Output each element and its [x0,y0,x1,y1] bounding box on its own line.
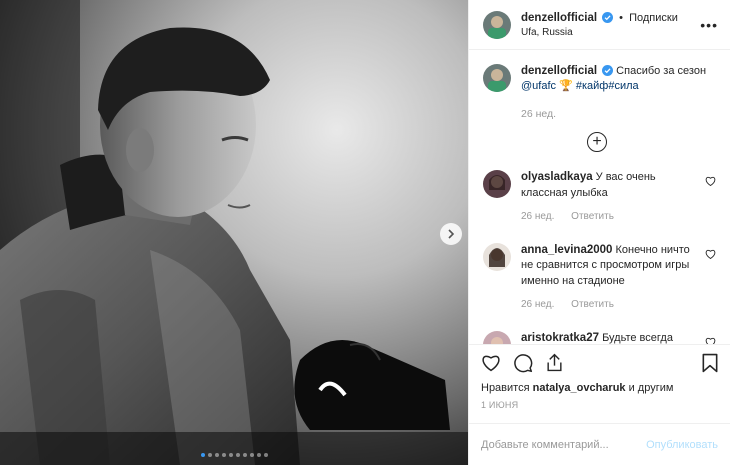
comment-input[interactable] [481,438,647,451]
carousel-dot [228,453,233,457]
likes-user[interactable]: natalya_ovcharuk [533,382,626,394]
chevron-right-icon [448,229,455,239]
caption-time[interactable]: 26 нед. [521,108,716,120]
carousel-dot [214,453,219,457]
comment-text: Будьте всегда [602,331,673,344]
comment-username[interactable]: anna_levina2000 [521,244,612,256]
likes-suffix[interactable]: и другим [629,382,674,394]
post-date[interactable]: 1 ИЮНЯ [469,400,730,410]
publish-button[interactable]: Опубликовать [646,439,718,451]
trophy-icon: 🏆 [559,80,573,92]
verified-badge-icon [602,11,614,23]
reply-button[interactable]: Ответить [571,299,614,310]
like-comment-icon[interactable] [705,176,716,186]
carousel-dot [235,453,240,457]
carousel-dot [242,453,247,457]
heart-icon[interactable] [481,353,501,372]
comment-avatar[interactable] [483,242,511,271]
author-avatar[interactable] [483,10,511,39]
comments-list: denzellofficial Спасибо за сезон @ufafc … [469,50,730,344]
carousel-dot [207,453,212,457]
comment-username[interactable]: olyasladkaya [521,171,593,183]
caption-text: Спасибо за сезон [616,65,707,77]
carousel-dot [200,453,205,457]
load-more-comments-button[interactable]: + [587,132,607,152]
post-sidebar: denzellofficial • Подписки Ufa, Russia •… [468,0,730,465]
caption-username[interactable]: denzellofficial [521,65,597,77]
next-slide-button[interactable] [440,223,462,245]
carousel-dot [249,453,254,457]
comment-avatar[interactable] [483,170,511,198]
likes-prefix: Нравится [481,382,530,394]
carousel-dot [221,453,226,457]
following-button[interactable]: Подписки [629,12,678,24]
add-comment-box: Опубликовать [469,423,730,465]
author-username[interactable]: denzellofficial [521,12,597,24]
post-caption: denzellofficial Спасибо за сезон @ufafc … [483,64,716,94]
post-location[interactable]: Ufa, Russia [521,27,700,38]
verified-badge-icon [602,65,614,76]
post-photo[interactable] [0,0,468,465]
instagram-post: denzellofficial • Подписки Ufa, Russia •… [0,0,730,465]
like-comment-icon[interactable] [705,337,716,345]
comment-icon[interactable] [513,353,533,373]
share-icon[interactable] [545,353,564,372]
carousel-dot [256,453,261,457]
separator-dot: • [619,11,624,24]
likes-summary: Нравится natalya_ovcharuk и другим [469,382,730,394]
action-bar [469,344,730,380]
post-header: denzellofficial • Подписки Ufa, Russia •… [469,0,730,50]
bookmark-icon[interactable] [702,353,718,373]
comment-username[interactable]: aristokratka27 [521,332,599,344]
comment-time[interactable]: 26 нед. [521,211,554,222]
caption-avatar[interactable] [483,64,511,92]
caption-hashtags[interactable]: #кайф#сила [576,80,639,92]
carousel-dot [263,453,268,457]
caption-mention[interactable]: @ufafc [521,80,556,92]
comment-time[interactable]: 26 нед. [521,299,554,310]
comment-avatar[interactable] [483,330,511,344]
carousel-indicator [0,453,468,457]
like-comment-icon[interactable] [705,249,716,259]
more-options-icon[interactable]: ••• [700,17,718,33]
reply-button[interactable]: Ответить [571,211,614,222]
comment-item: anna_levina2000 Конечно ничто не сравнит… [483,242,716,313]
photo-image [0,0,468,465]
comment-item: olyasladkaya У вас очень классная улыбка… [483,170,716,225]
comment-item: aristokratka27 Будьте всегда [483,330,716,345]
